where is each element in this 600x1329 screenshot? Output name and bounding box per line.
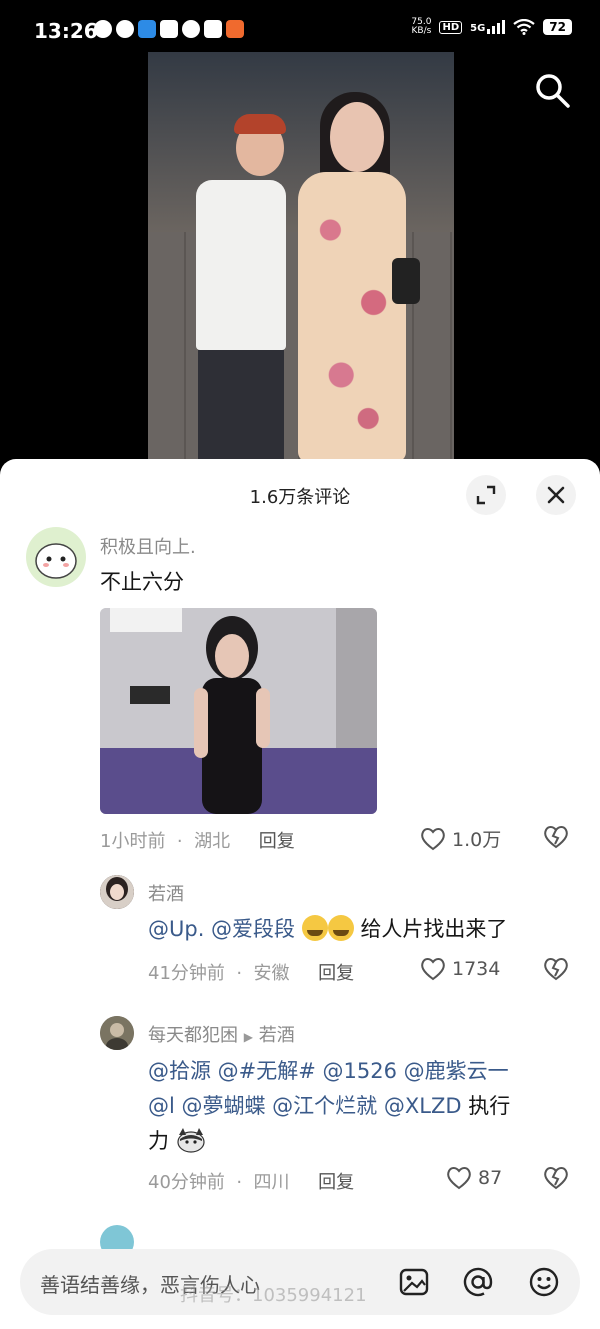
- like-button[interactable]: 1.0万: [420, 825, 501, 852]
- video-player[interactable]: [148, 52, 454, 462]
- app-icon: [182, 20, 200, 38]
- emoji-icon[interactable]: [528, 1266, 560, 1298]
- user-avatar-icon: [100, 1016, 134, 1050]
- hd-badge: HD: [439, 20, 463, 34]
- reply-button[interactable]: 回复: [259, 831, 295, 852]
- reply-button[interactable]: 回复: [318, 963, 354, 984]
- reply-target-user[interactable]: 若酒: [259, 1025, 295, 1046]
- person-figure: [234, 114, 286, 134]
- cartoon-avatar-icon: [35, 543, 77, 579]
- wifi-icon: [513, 19, 535, 35]
- reply-meta: 40分钟前 · 四川 回复: [148, 1168, 354, 1194]
- mention-links[interactable]: @Up. @爱段段: [148, 917, 295, 941]
- avatar[interactable]: [100, 1016, 134, 1050]
- like-button[interactable]: 87: [446, 1166, 502, 1190]
- reply-text-content: 力: [148, 1129, 169, 1153]
- reply-username: 每天都犯困 ▶ 若酒: [148, 1021, 295, 1047]
- heart-icon: [421, 958, 445, 981]
- like-count: 1.0万: [452, 829, 502, 851]
- signal-bars-icon: [487, 20, 506, 34]
- comment-username[interactable]: 积极且向上.: [100, 533, 196, 559]
- like-count: 87: [478, 1167, 503, 1189]
- expand-icon: [476, 485, 496, 505]
- crying-emoji-icon: [327, 915, 354, 941]
- avatar[interactable]: [100, 875, 134, 909]
- heart-icon: [421, 827, 445, 850]
- user-avatar-icon: [100, 875, 134, 909]
- reply-text: @Up. @爱段段 给人片找出来了: [148, 912, 507, 947]
- expand-button[interactable]: [466, 475, 506, 515]
- comment-meta: 1小时前 · 湖北 回复: [100, 827, 295, 853]
- reply-author[interactable]: 每天都犯困: [148, 1025, 238, 1046]
- reply-time: 40分钟前: [148, 1172, 225, 1193]
- like-count: 1734: [452, 958, 501, 980]
- app-icon: [138, 20, 156, 38]
- like-button[interactable]: 1734: [420, 957, 500, 981]
- separator: ·: [236, 1172, 243, 1193]
- app-icon: [204, 20, 222, 38]
- mention-icon[interactable]: [462, 1266, 494, 1298]
- dislike-icon[interactable]: [543, 825, 569, 849]
- clock: 13:26: [34, 19, 98, 43]
- reply-text: @拾源 @#无解# @1526 @鹿紫云一 @l @夢蝴蝶 @江个烂就 @XLZ…: [148, 1054, 510, 1159]
- network-speed: 75.0 KB/s: [411, 18, 431, 36]
- separator: ·: [236, 963, 243, 984]
- app-icon: [160, 20, 178, 38]
- comment-photo: [100, 608, 377, 814]
- close-icon: [547, 486, 565, 504]
- reply-username[interactable]: 若酒: [148, 880, 184, 906]
- watermark: 抖音号：1035994121: [180, 1285, 367, 1306]
- crying-emoji-icon: [301, 915, 328, 941]
- mention-links[interactable]: @l @夢蝴蝶 @江个烂就 @XLZD: [148, 1094, 462, 1118]
- dislike-icon[interactable]: [543, 1166, 569, 1190]
- net-speed-unit: KB/s: [411, 26, 432, 36]
- reply-meta: 41分钟前 · 安徽 回复: [148, 959, 354, 985]
- person-figure: [198, 350, 284, 462]
- person-figure: [196, 180, 286, 350]
- search-icon[interactable]: [532, 70, 572, 110]
- reply-text-content: 执行: [461, 1094, 511, 1118]
- separator: ·: [176, 831, 183, 852]
- comments-panel: 1.6万条评论 积极且向上. 不止六分 1小时前 · 湖北 回复 1.0万 若酒…: [0, 459, 600, 1329]
- dog-emoji-icon: [177, 1128, 205, 1153]
- comments-count-title: 1.6万条评论: [249, 487, 351, 508]
- heart-icon: [447, 1167, 471, 1190]
- notification-icons: [94, 20, 244, 38]
- reply-button[interactable]: 回复: [318, 1172, 354, 1193]
- battery-indicator: 72: [543, 19, 572, 35]
- person-figure: [330, 102, 384, 172]
- app-icon: [226, 20, 244, 38]
- comment-location: 湖北: [194, 831, 231, 852]
- weibo-icon: [116, 20, 134, 38]
- comment-text: 不止六分: [100, 570, 184, 594]
- reply-arrow-icon: ▶: [243, 1030, 253, 1044]
- dislike-icon[interactable]: [543, 957, 569, 981]
- reply-text-content: 给人片找出来了: [360, 917, 508, 941]
- close-button[interactable]: [536, 475, 576, 515]
- handbag: [392, 258, 420, 304]
- comment-image[interactable]: [100, 608, 377, 814]
- signal-type: 5G: [470, 23, 486, 34]
- person-figure: [298, 172, 406, 462]
- signal-indicator: 5G: [470, 20, 506, 34]
- image-icon[interactable]: [398, 1266, 430, 1298]
- reply-location: 四川: [253, 1172, 290, 1193]
- app-icon: [94, 20, 112, 38]
- reply-time: 41分钟前: [148, 963, 225, 984]
- mention-links[interactable]: @拾源 @#无解# @1526 @鹿紫云一: [148, 1054, 510, 1089]
- avatar[interactable]: [26, 527, 86, 587]
- reply-location: 安徽: [253, 963, 290, 984]
- comment-time: 1小时前: [100, 831, 166, 852]
